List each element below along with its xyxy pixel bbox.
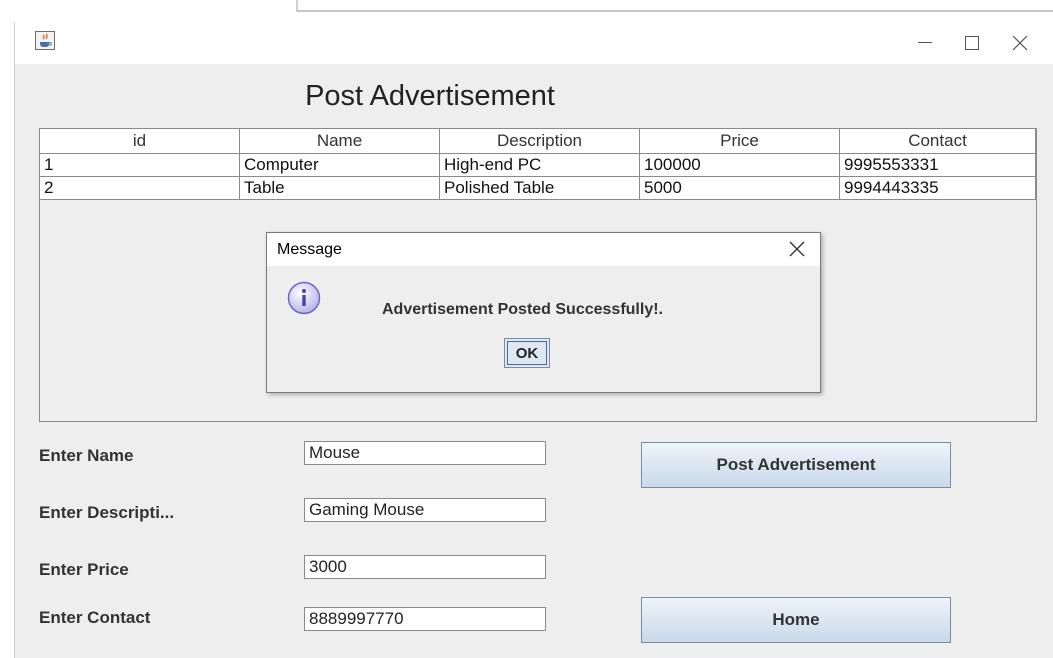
page-title: Post Advertisement [305, 80, 555, 112]
price-input[interactable]: 3000 [304, 555, 546, 579]
post-advertisement-button[interactable]: Post Advertisement [641, 442, 951, 488]
column-header-price[interactable]: Price [640, 129, 840, 153]
table-cell: 9994443335 [840, 177, 1036, 199]
table-cell: Table [240, 177, 440, 199]
name-label: Enter Name [39, 446, 134, 465]
name-input[interactable]: Mouse [304, 441, 546, 465]
table-cell: Computer [240, 154, 440, 176]
table-cell: 9995553331 [840, 154, 1036, 176]
price-label: Enter Price [39, 560, 129, 579]
column-header-name[interactable]: Name [240, 129, 440, 153]
table-header: id Name Description Price Contact [40, 129, 1036, 154]
column-header-description[interactable]: Description [440, 129, 640, 153]
maximize-button[interactable] [949, 22, 995, 64]
home-button[interactable]: Home [641, 597, 951, 643]
dialog-titlebar: Message [267, 233, 820, 266]
contact-label: Enter Contact [39, 608, 151, 627]
table-cell: 100000 [640, 154, 840, 176]
column-header-contact[interactable]: Contact [840, 129, 1036, 153]
maximize-icon [965, 36, 979, 50]
message-dialog: Message Advertisement Posted Successfull… [266, 232, 821, 393]
table-cell: Polished Table [440, 177, 640, 199]
dialog-title: Message [277, 241, 342, 258]
table-cell: 5000 [640, 177, 840, 199]
close-button[interactable] [997, 22, 1043, 64]
table-cell: 1 [40, 154, 240, 176]
description-input[interactable]: Gaming Mouse [304, 498, 546, 522]
background-divider [296, 10, 1053, 12]
window-titlebar [15, 22, 1053, 64]
minimize-icon [918, 42, 932, 43]
description-label: Enter Descripti... [39, 503, 175, 522]
minimize-button[interactable] [902, 22, 948, 64]
table-cell: 2 [40, 177, 240, 199]
ok-button[interactable]: OK [504, 338, 550, 368]
contact-input[interactable]: 8889997770 [304, 607, 546, 631]
table-cell: High-end PC [440, 154, 640, 176]
java-cup-icon [35, 31, 55, 50]
dialog-message: Advertisement Posted Successfully!. [382, 301, 663, 318]
close-icon [1012, 35, 1028, 51]
dialog-close-icon[interactable] [788, 240, 806, 258]
app-window: Post Advertisement id Name Description P… [14, 22, 1053, 658]
info-icon [287, 281, 321, 315]
table-row[interactable]: 1 Computer High-end PC 100000 9995553331 [40, 154, 1036, 177]
table-row[interactable]: 2 Table Polished Table 5000 9994443335 [40, 177, 1036, 200]
column-header-id[interactable]: id [40, 129, 240, 153]
